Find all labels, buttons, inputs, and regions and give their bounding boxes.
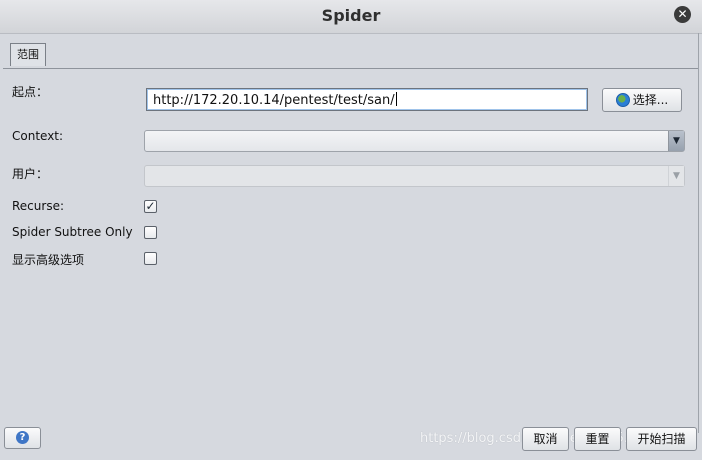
- start-point-label: 起点：: [12, 85, 49, 99]
- user-select: ▼: [144, 165, 685, 187]
- user-label: 用户：: [12, 167, 49, 181]
- recurse-checkbox[interactable]: ✓: [144, 200, 157, 213]
- context-label: Context:: [12, 129, 64, 143]
- help-button[interactable]: ?: [4, 427, 41, 449]
- title-bar: Spider ✕: [0, 0, 702, 34]
- chevron-down-icon[interactable]: ▼: [668, 131, 684, 151]
- context-select[interactable]: ▼: [144, 130, 685, 152]
- choose-button[interactable]: 选择...: [602, 88, 682, 112]
- window-title: Spider: [321, 6, 381, 25]
- start-point-value: http://172.20.10.14/pentest/test/san/: [153, 93, 395, 108]
- start-point-input[interactable]: http://172.20.10.14/pentest/test/san/: [146, 88, 588, 111]
- help-icon: ?: [16, 431, 29, 444]
- text-caret: [395, 92, 397, 106]
- checkmark-icon: ✓: [145, 199, 156, 213]
- choose-button-label: 选择...: [632, 93, 669, 107]
- tab-strip: 范围: [3, 40, 698, 69]
- globe-icon: [615, 93, 630, 107]
- start-scan-button[interactable]: 开始扫描: [626, 427, 697, 451]
- advanced-checkbox[interactable]: [144, 252, 157, 265]
- reset-button[interactable]: 重置: [574, 427, 621, 451]
- subtree-label: Spider Subtree Only: [12, 225, 133, 239]
- chevron-down-icon: ▼: [668, 166, 684, 186]
- advanced-label: 显示高级选项: [12, 253, 85, 267]
- panel-right-border: [698, 33, 699, 433]
- close-icon[interactable]: ✕: [674, 6, 691, 23]
- cancel-button[interactable]: 取消: [522, 427, 569, 451]
- recurse-label: Recurse:: [12, 199, 64, 213]
- tab-scope[interactable]: 范围: [10, 43, 46, 66]
- subtree-checkbox[interactable]: [144, 226, 157, 239]
